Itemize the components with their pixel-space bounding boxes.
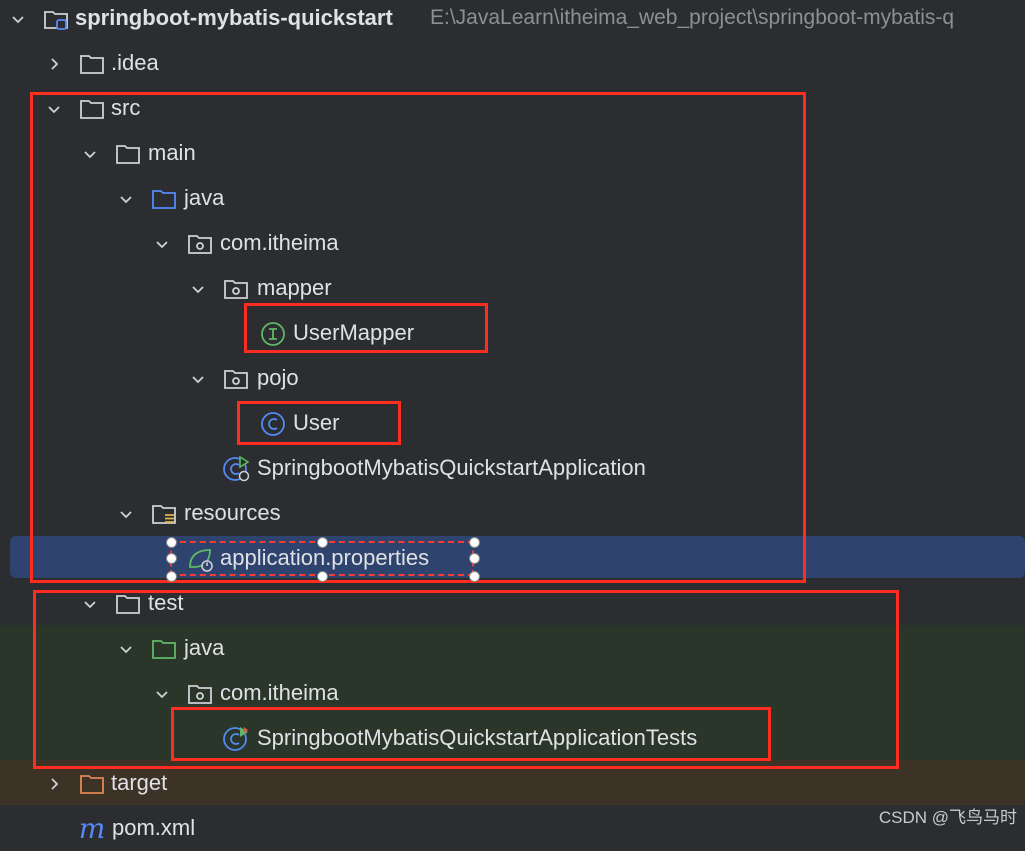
annotation-box-user: [237, 401, 401, 445]
selection-handle[interactable]: [166, 571, 177, 582]
annotation-box-test-class: [171, 707, 771, 761]
chevron-down-icon[interactable]: [8, 9, 28, 29]
project-tree: springboot-mybatis-quickstart E:\JavaLea…: [0, 0, 1025, 843]
tree-row-idea[interactable]: .idea: [0, 41, 1025, 86]
selection-handle[interactable]: [469, 571, 480, 582]
project-path: E:\JavaLearn\itheima_web_project\springb…: [430, 6, 955, 29]
selection-handle[interactable]: [469, 553, 480, 564]
module-folder-icon: [42, 5, 70, 33]
chevron-right-icon[interactable]: [44, 774, 64, 794]
excluded-folder-icon: [78, 770, 106, 798]
watermark: CSDN @飞鸟马时: [878, 808, 1017, 827]
annotation-box-user-mapper: [244, 303, 488, 353]
tree-row-pom[interactable]: m pom.xml: [0, 806, 1025, 851]
selection-handle[interactable]: [317, 537, 328, 548]
tree-label-pom: pom.xml: [112, 815, 196, 840]
selection-handle[interactable]: [166, 553, 177, 564]
tree-label-idea: .idea: [111, 50, 159, 75]
folder-icon: [78, 50, 106, 78]
selection-handle[interactable]: [469, 537, 480, 548]
chevron-right-icon[interactable]: [44, 54, 64, 74]
maven-icon: m: [78, 812, 106, 845]
tree-label-target: target: [111, 770, 168, 795]
tree-row-project[interactable]: springboot-mybatis-quickstart E:\JavaLea…: [0, 0, 1025, 41]
selection-handle[interactable]: [166, 537, 177, 548]
project-name: springboot-mybatis-quickstart: [75, 5, 393, 30]
selection-handle[interactable]: [317, 571, 328, 582]
